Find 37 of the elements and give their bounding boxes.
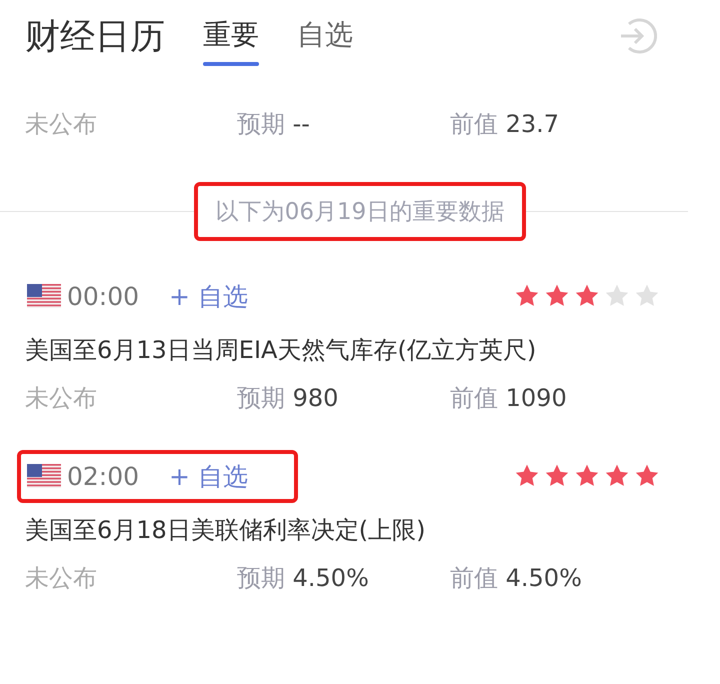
previous-value: 23.7 <box>506 110 560 138</box>
star-icon <box>574 463 600 489</box>
event-title: 美国至6月13日当周EIA天然气库存(亿立方英尺) <box>24 335 538 366</box>
previous-label: 前值 <box>450 384 498 412</box>
status-text: 未公布 <box>25 109 98 140</box>
event-time: 00:00 <box>67 282 140 310</box>
forecast-label: 预期 <box>237 110 285 138</box>
star-icon <box>634 463 660 489</box>
event-time: 02:00 <box>67 462 140 490</box>
previous-value: 4.50% <box>506 564 582 592</box>
add-watchlist-button[interactable]: + 自选 <box>169 460 248 492</box>
forecast-label: 预期 <box>237 564 285 592</box>
tab[interactable]: 自选 <box>297 6 353 66</box>
date-separator: 以下为06月19日的重要数据 <box>194 182 526 240</box>
star-icon <box>544 463 570 489</box>
star-icon <box>514 283 540 309</box>
previous-value: 1090 <box>506 384 567 412</box>
forecast-label: 预期 <box>237 384 285 412</box>
previous-label: 前值 <box>450 110 498 138</box>
tab[interactable]: 重要 <box>203 6 259 66</box>
star-icon <box>634 283 660 309</box>
event-title: 美国至6月18日美联储利率决定(上限) <box>24 515 427 546</box>
previous-label: 前值 <box>450 564 498 592</box>
page-title: 财经日历 <box>25 16 165 58</box>
star-icon <box>604 283 630 309</box>
add-watchlist-button[interactable]: + 自选 <box>169 280 248 312</box>
forecast-value: 4.50% <box>292 564 369 592</box>
star-icon <box>544 283 570 309</box>
flag-icon <box>27 464 61 488</box>
forecast-value: -- <box>292 110 310 138</box>
forecast-value: 980 <box>292 384 338 412</box>
flag-icon <box>27 284 61 308</box>
status-text: 未公布 <box>25 383 98 414</box>
star-icon <box>604 463 630 489</box>
star-icon <box>514 463 540 489</box>
status-text: 未公布 <box>25 563 98 594</box>
star-icon <box>574 283 600 309</box>
